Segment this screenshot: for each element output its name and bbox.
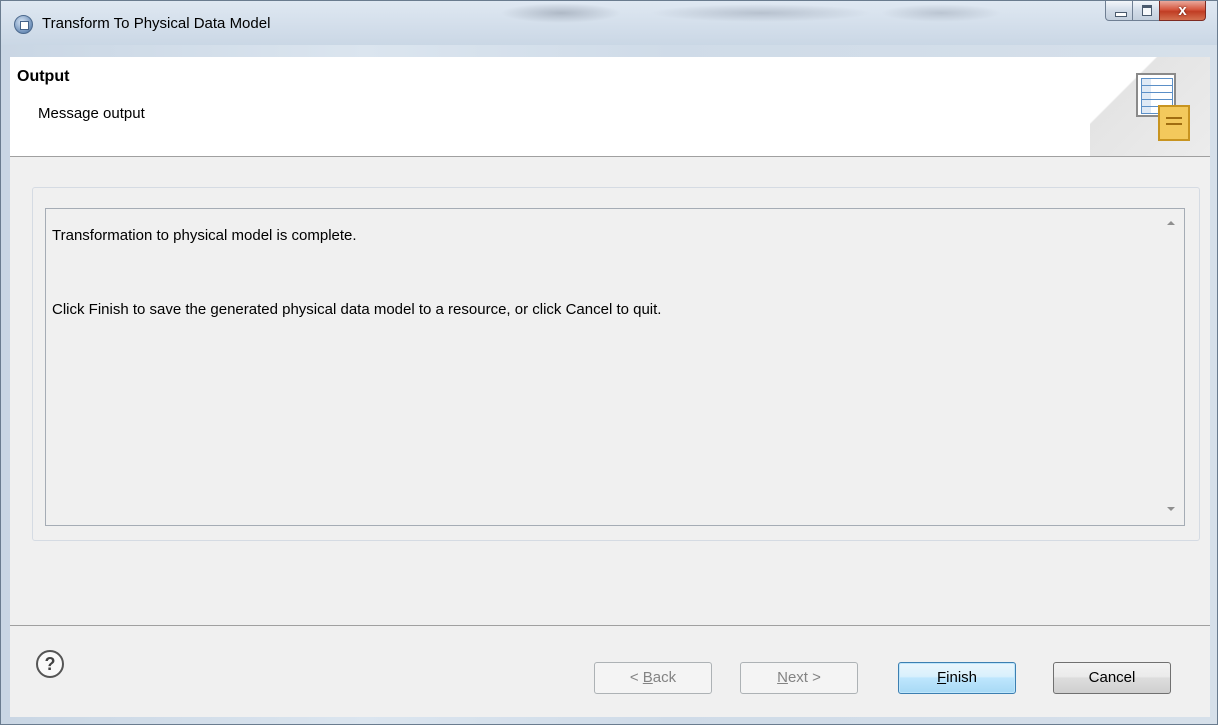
output-text-area[interactable]: Transformation to physical model is comp… [45,208,1185,526]
close-icon: x [1178,2,1187,19]
next-button[interactable]: Next > [740,662,858,694]
maximize-button[interactable] [1132,1,1160,21]
output-group: Transformation to physical model is comp… [32,187,1200,541]
output-message: Transformation to physical model is comp… [52,227,662,318]
help-icon: ? [44,654,56,674]
wizard-header: Output Message output [10,57,1210,157]
page-title: Output [17,68,70,85]
finish-button[interactable]: Finish [898,662,1016,694]
close-button[interactable]: x [1159,1,1206,21]
cancel-label: Cancel [1088,669,1136,686]
scroll-up-arrow-icon[interactable] [1167,221,1175,225]
minimize-button[interactable] [1105,1,1133,21]
help-button[interactable]: ? [36,650,64,678]
finish-label-mnemonic: F [936,669,947,686]
wizard-banner-icon [1090,57,1210,156]
page-message: Message output [38,105,145,122]
wizard-window: Transform To Physical Data Model x Outpu… [0,0,1218,725]
back-label-suffix: ack [652,669,677,686]
app-icon [14,15,33,34]
scroll-down-arrow-icon[interactable] [1167,507,1175,511]
next-label-mnemonic: N [777,669,788,686]
cancel-button[interactable]: Cancel [1053,662,1171,694]
next-label-suffix: ext > [787,669,821,686]
wizard-page: Transformation to physical model is comp… [10,157,1210,717]
back-label-mnemonic: B [642,669,653,686]
finish-label-suffix: inish [946,669,978,686]
footer-divider [10,625,1210,626]
note-icon [1158,105,1190,141]
back-button[interactable]: < Back [594,662,712,694]
title-bar[interactable]: Transform To Physical Data Model x [1,1,1217,45]
window-title: Transform To Physical Data Model [42,15,271,32]
window-controls: x [1105,1,1206,23]
back-label-prefix: < [629,669,643,686]
